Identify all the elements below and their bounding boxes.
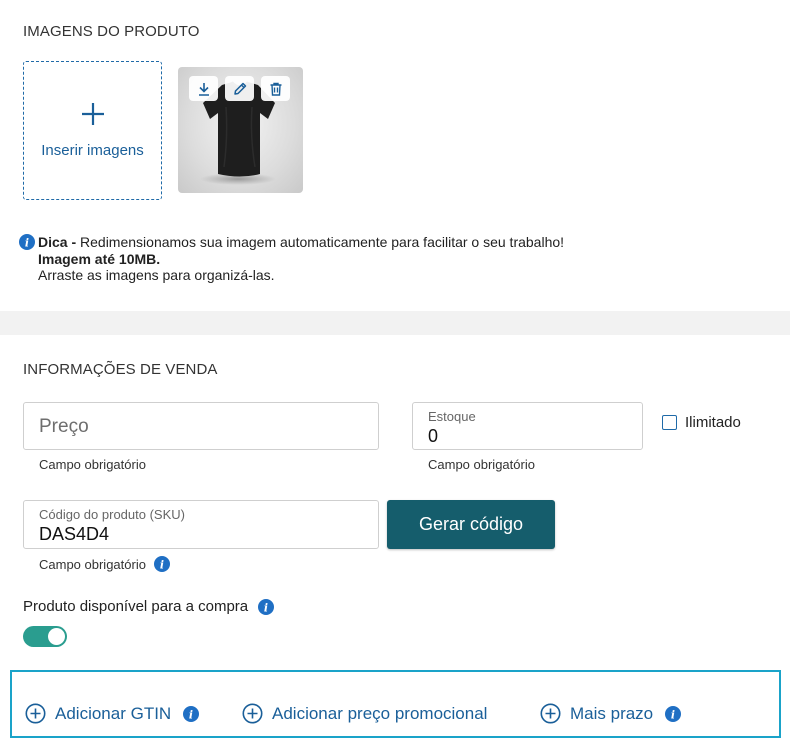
plus-circle-icon xyxy=(242,703,263,724)
info-icon[interactable]: i xyxy=(183,705,200,722)
add-promo-price-label: Adicionar preço promocional xyxy=(272,703,488,723)
toggle-knob xyxy=(48,628,65,645)
sales-section-title: INFORMAÇÕES DE VENDA xyxy=(23,361,218,378)
plus-circle-icon xyxy=(540,703,561,724)
extras-panel: Adicionar GTIN i Adicionar preço promoci… xyxy=(10,670,781,738)
delete-icon xyxy=(270,82,281,96)
upload-images-button[interactable]: Inserir imagens xyxy=(23,61,162,200)
section-divider xyxy=(0,311,790,335)
unlimited-stock-checkbox[interactable]: Ilimitado xyxy=(662,414,741,431)
stock-helper-text: Campo obrigatório xyxy=(428,457,535,472)
stock-label: Estoque xyxy=(428,409,476,424)
plus-icon xyxy=(24,102,161,131)
availability-toggle[interactable] xyxy=(23,626,67,647)
add-promo-price-link[interactable]: Adicionar preço promocional xyxy=(242,703,487,724)
price-field[interactable]: Preço xyxy=(23,402,379,450)
tip-message: Redimensionamos sua imagem automaticamen… xyxy=(76,234,565,250)
price-helper: Campo obrigatório xyxy=(39,457,146,472)
add-gtin-label: Adicionar GTIN xyxy=(55,703,172,723)
info-icon[interactable]: i xyxy=(665,705,682,722)
download-icon xyxy=(198,82,209,96)
tip-drag-hint: Arraste as imagens para organizá-las. xyxy=(38,267,275,283)
info-icon: i xyxy=(19,234,35,250)
svg-text:i: i xyxy=(25,237,29,250)
edit-icon xyxy=(233,82,246,95)
svg-text:i: i xyxy=(160,559,164,572)
tip-size-limit: Imagem até 10MB. xyxy=(38,250,161,267)
stock-value: 0 xyxy=(428,426,439,446)
sku-label: Código do produto (SKU) xyxy=(39,507,185,522)
stock-field[interactable]: Estoque 0 xyxy=(412,402,643,450)
price-placeholder: Preço xyxy=(39,416,89,437)
price-helper-text: Campo obrigatório xyxy=(39,457,146,472)
info-icon[interactable]: i xyxy=(153,556,170,572)
info-icon[interactable]: i xyxy=(258,598,275,615)
download-image-button[interactable] xyxy=(189,76,218,101)
add-gtin-link[interactable]: Adicionar GTIN i xyxy=(25,703,200,724)
unlimited-label: Ilimitado xyxy=(685,414,741,431)
plus-circle-icon xyxy=(25,703,46,724)
images-section-title: IMAGENS DO PRODUTO xyxy=(23,23,200,40)
tip-text: i Dica - Redimensionamos sua imagem auto… xyxy=(19,234,565,284)
sku-helper-text: Campo obrigatório xyxy=(39,556,146,572)
sku-field[interactable]: Código do produto (SKU) DAS4D4 xyxy=(23,500,379,549)
svg-text:i: i xyxy=(189,708,193,721)
generate-code-button[interactable]: Gerar código xyxy=(387,500,555,549)
delete-image-button[interactable] xyxy=(261,76,290,101)
product-image-thumbnail[interactable] xyxy=(178,67,303,193)
checkbox-box[interactable] xyxy=(662,415,677,430)
availability-label: Produto disponível para a compra xyxy=(23,598,249,615)
edit-image-button[interactable] xyxy=(225,76,254,101)
svg-text:i: i xyxy=(264,601,268,614)
upload-label: Inserir imagens xyxy=(41,142,144,159)
more-term-label: Mais prazo xyxy=(570,703,654,723)
sku-value: DAS4D4 xyxy=(39,524,110,544)
stock-helper: Campo obrigatório xyxy=(428,457,535,472)
availability-row: Produto disponível para a compra i xyxy=(23,598,275,615)
tip-bold-prefix: Dica - xyxy=(38,234,77,250)
svg-text:i: i xyxy=(671,708,675,721)
more-term-link[interactable]: Mais prazo i xyxy=(540,703,682,724)
sku-helper: Campo obrigatório i xyxy=(39,556,170,572)
